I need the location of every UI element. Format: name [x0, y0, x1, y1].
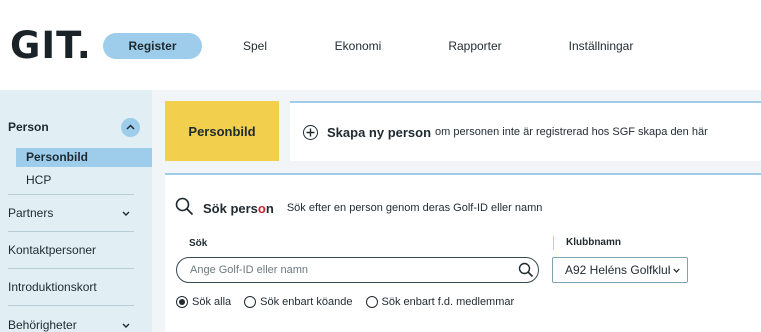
club-field-label: Klubbnamn — [553, 236, 621, 250]
radio-sok-fd-medlemmar[interactable]: Sök enbart f.d. medlemmar — [365, 296, 515, 308]
sidebar-item-label: Behörigheter — [8, 318, 77, 332]
personbild-tile[interactable]: Personbild — [165, 101, 279, 161]
search-person-title: Sök person — [203, 200, 274, 216]
sidebar-subitem-hcp[interactable]: HCP — [16, 171, 152, 190]
radio-button[interactable] — [176, 296, 188, 308]
nav-tab-rapporter[interactable]: Rapporter — [440, 33, 510, 59]
sidebar-item-introduktionskort[interactable]: Introduktionskort — [8, 278, 134, 296]
search-field-label: Sök — [189, 238, 208, 249]
radio-sok-alla[interactable]: Sök alla — [176, 296, 231, 308]
chevron-down-icon — [122, 208, 130, 219]
club-select-value: A92 Heléns Golfklubb — [565, 263, 670, 277]
chevron-down-icon — [122, 320, 130, 331]
nav-tab-spel[interactable]: Spel — [225, 33, 285, 59]
sidebar-item-label: Introduktionskort — [8, 280, 97, 294]
sidebar-item-partners[interactable]: Partners — [8, 204, 134, 222]
chevron-up-icon[interactable] — [121, 117, 140, 137]
club-select[interactable]: A92 Heléns Golfklubb — [552, 257, 688, 283]
create-person-description: om personen inte är registrerad hos SGF … — [435, 126, 708, 138]
sidebar-item-behorigheter[interactable]: Behörigheter — [8, 316, 134, 332]
sidebar-divider — [8, 268, 134, 269]
app-logo[interactable]: GIT. — [10, 24, 92, 67]
sidebar-item-label: Person — [8, 120, 49, 134]
radio-button[interactable] — [244, 296, 257, 308]
personbild-tile-label: Personbild — [188, 123, 256, 139]
radio-label: Sök enbart f.d. medlemmar — [381, 296, 515, 308]
search-person-description: Sök efter en person genom deras Golf-ID … — [286, 202, 543, 214]
radio-label: Sök enbart köande — [260, 296, 353, 308]
sidebar-item-person[interactable]: Person — [8, 117, 140, 137]
sidebar: Person Personbild HCP Partners Kontaktpe… — [0, 90, 152, 332]
sidebar-subitem-personbild[interactable]: Personbild — [16, 148, 152, 167]
search-person-header: Sök person Sök efter en person genom der… — [175, 197, 542, 219]
sidebar-divider — [8, 305, 134, 306]
nav-tab-installningar[interactable]: Inställningar — [556, 33, 646, 59]
radio-button[interactable] — [365, 296, 378, 308]
top-navigation-bar: GIT. Register Spel Ekonomi Rapporter Ins… — [0, 0, 761, 90]
radio-sok-koande[interactable]: Sök enbart köande — [244, 296, 353, 308]
sidebar-item-label: Partners — [8, 206, 54, 220]
create-person-card[interactable]: Skapa ny person om personen inte är regi… — [290, 101, 761, 161]
sidebar-item-label: Kontaktpersoner — [8, 243, 97, 257]
search-filter-radios: Sök alla Sök enbart köande Sök enbart f.… — [176, 296, 527, 308]
search-icon[interactable] — [518, 262, 534, 278]
create-person-title[interactable]: Skapa ny person — [327, 125, 431, 140]
nav-tab-register[interactable]: Register — [103, 33, 202, 59]
search-icon — [175, 197, 194, 219]
search-person-card: Sök person Sök efter en person genom der… — [165, 173, 761, 332]
search-input[interactable] — [176, 257, 539, 283]
plus-circle-icon — [303, 124, 318, 140]
sidebar-divider — [8, 231, 134, 232]
sidebar-divider — [8, 194, 134, 195]
chevron-down-icon — [673, 265, 680, 275]
radio-label: Sök alla — [192, 296, 232, 308]
nav-tab-ekonomi[interactable]: Ekonomi — [323, 33, 393, 59]
sidebar-item-kontaktpersoner[interactable]: Kontaktpersoner — [8, 241, 134, 259]
